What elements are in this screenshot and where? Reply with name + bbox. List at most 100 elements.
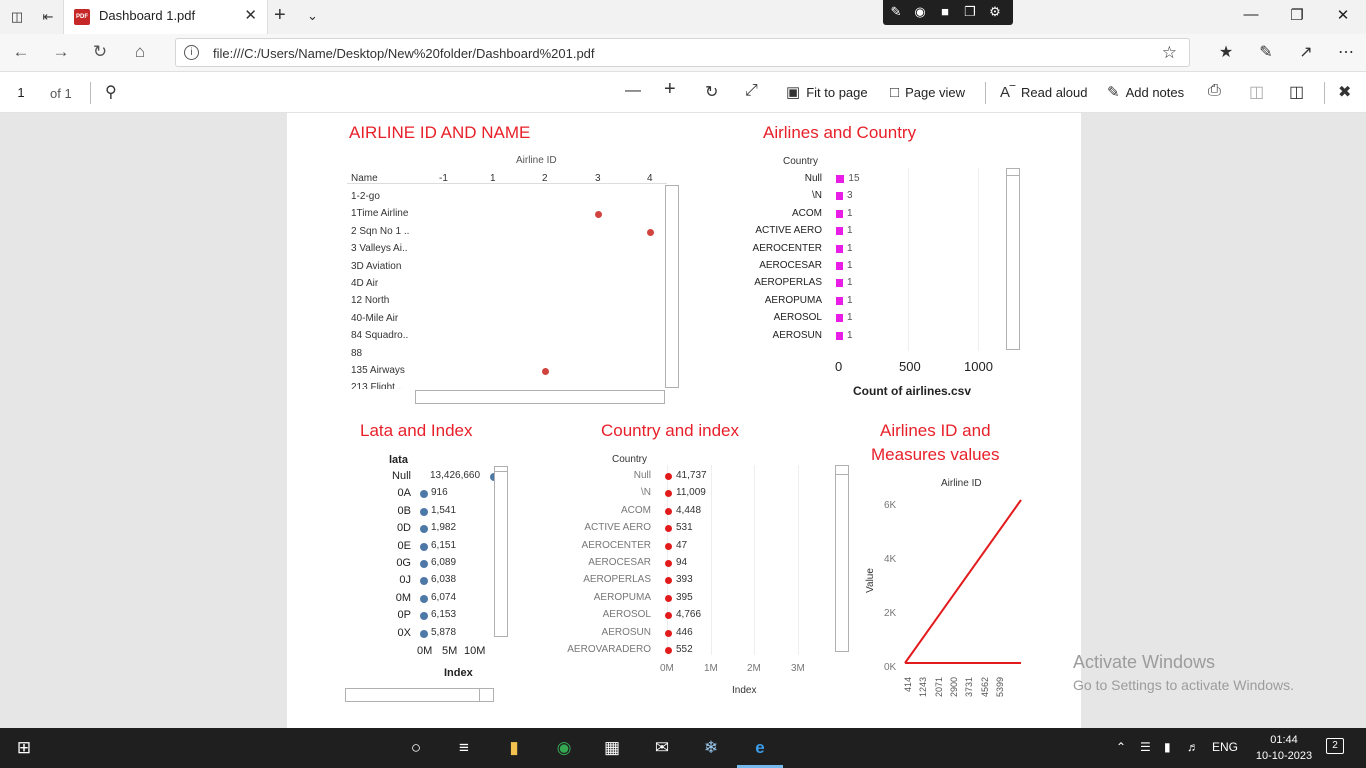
count-tick: 1000 [964, 359, 993, 374]
country-chart-vscroll[interactable] [1006, 168, 1020, 350]
page-view-label: Page view [905, 85, 966, 100]
measures-x-tick: 4562 [979, 677, 990, 698]
country-index-dot [665, 647, 672, 654]
url-text[interactable]: file:///C:/Users/Name/Desktop/New%20fold… [213, 46, 595, 61]
country-index-vscroll[interactable] [835, 465, 849, 652]
pdf-viewer[interactable]: AIRLINE ID AND NAME Airline ID Name -1 1 2… [0, 113, 1366, 728]
country-index-value: 446 [676, 626, 693, 638]
print-icon[interactable]: ⎙ [1208, 82, 1221, 100]
search-icon[interactable]: ⚲ [105, 82, 117, 102]
favorites-icon[interactable]: ★ [1213, 42, 1239, 62]
country-index-label: ACOM [621, 504, 651, 516]
close-window-button[interactable]: ✕ [1328, 6, 1358, 24]
measures-x-tick: 414 [903, 677, 913, 693]
country-index-label: AEROCESAR [588, 557, 651, 568]
browser-titlebar: ◫ ⇤ PDF Dashboard 1.pdf ✕ + ⌄ ✎ ◉ ■ ❐ ⚙ … [0, 0, 1366, 34]
language-indicator[interactable]: ENG [1212, 740, 1238, 754]
country-count-label: 1 [847, 329, 853, 341]
tab-title: Dashboard 1.pdf [99, 8, 196, 23]
country-index-tick: 0M [660, 663, 674, 674]
page-view-button[interactable]: □ Page view [890, 81, 965, 105]
snip-icon[interactable]: ❄ [697, 736, 725, 760]
scroll-thumb[interactable] [1007, 175, 1019, 176]
camera-icon[interactable]: ◉ [909, 3, 931, 21]
address-field[interactable]: i file:///C:/Users/Name/Desktop/New%20fo… [175, 38, 1190, 67]
battery-icon[interactable]: ▮ [1164, 740, 1171, 754]
tabs-aside-icon[interactable]: ⇤ [37, 6, 59, 28]
clock-date: 10-10-2023 [1255, 750, 1313, 762]
pen-icon[interactable]: ✎ [885, 3, 907, 21]
save-as-icon[interactable]: ◫ [1289, 82, 1304, 102]
cortana-icon[interactable]: ○ [402, 736, 430, 760]
country-count-label: 15 [848, 173, 860, 184]
page-number-input[interactable]: 1 [6, 81, 36, 105]
restore-button[interactable]: ❐ [1282, 6, 1312, 24]
activation-watermark-text: Go to Settings to activate Windows. [1073, 677, 1294, 693]
country-index-dot [665, 612, 672, 620]
home-icon[interactable]: ⌂ [127, 42, 153, 62]
country-index-tick: 2M [747, 663, 761, 674]
tab-actions-icon[interactable]: ◫ [6, 6, 28, 28]
network-icon[interactable]: ☰ [1140, 740, 1151, 754]
unpin-icon[interactable]: ✖ [1338, 82, 1351, 102]
zoom-out-icon[interactable]: — [625, 82, 641, 100]
scroll-thumb[interactable] [836, 474, 848, 475]
measures-y-label: Value [864, 568, 876, 593]
close-tab-icon[interactable]: ✕ [244, 6, 257, 24]
country-index-value: 94 [676, 557, 688, 568]
measures-line-chart [904, 499, 1022, 664]
measures-x-tick: 3731 [964, 677, 975, 698]
video-icon[interactable]: ■ [934, 3, 956, 21]
web-notes-icon[interactable]: ✎ [1253, 42, 1279, 62]
file-explorer-icon[interactable]: ▮ [500, 736, 528, 760]
favorite-star-icon[interactable]: ☆ [1162, 43, 1177, 63]
country-index-value: 395 [676, 591, 693, 603]
gear-icon[interactable]: ⚙ [984, 3, 1006, 21]
country-index-value: 393 [676, 574, 693, 586]
scroll-thumb[interactable] [479, 689, 493, 701]
back-icon[interactable]: ← [8, 42, 34, 62]
add-notes-button[interactable]: ✎ Add notes [1107, 81, 1184, 105]
refresh-icon[interactable]: ↻ [87, 42, 113, 62]
rotate-icon[interactable]: ↻ [705, 82, 718, 102]
country-index-label: AEROSUN [601, 626, 651, 638]
store-icon[interactable]: ▦ [598, 736, 626, 760]
new-tab-icon[interactable]: + [274, 4, 286, 27]
volume-icon[interactable]: ♬ [1187, 740, 1199, 754]
chevron-down-icon[interactable]: ⌄ [307, 8, 318, 24]
forward-icon[interactable]: → [48, 42, 74, 62]
country-count-label: 3 [847, 190, 853, 202]
country-index-dot [665, 473, 672, 480]
lata-hscroll[interactable] [345, 688, 494, 702]
clock-time: 01:44 [1270, 734, 1298, 746]
notifications-icon[interactable]: 2 [1326, 738, 1344, 754]
mail-icon[interactable]: ✉ [648, 736, 676, 760]
task-view-icon[interactable]: ≡ [450, 736, 478, 760]
windows-icon[interactable]: ❐ [959, 3, 981, 21]
country-count-label: 1 [847, 207, 853, 219]
more-icon[interactable]: ⋯ [1333, 42, 1359, 62]
fit-to-page-button[interactable]: ▣ Fit to page [786, 81, 868, 105]
pdf-page: AIRLINE ID AND NAME Airline ID Name -1 1 2… [287, 113, 1081, 728]
zoom-in-icon[interactable]: + [664, 78, 676, 101]
fit-to-page-label: Fit to page [806, 85, 868, 100]
show-hidden-icon[interactable]: ⌃ [1116, 740, 1126, 754]
country-index-dot [665, 560, 672, 567]
read-aloud-button[interactable]: A‾ Read aloud [1000, 81, 1088, 105]
count-tick: 500 [899, 359, 921, 374]
pdf-icon: PDF [74, 9, 90, 25]
country-count-label: 1 [847, 260, 853, 271]
info-icon[interactable]: i [184, 45, 199, 60]
share-icon[interactable]: ↗ [1293, 42, 1319, 62]
clock[interactable]: 01:44 10-10-2023 [1254, 732, 1314, 764]
start-windows-icon[interactable]: ⊞ [10, 736, 38, 760]
fullscreen-icon[interactable]: ⤢ [745, 82, 758, 100]
minimize-button[interactable]: — [1236, 6, 1266, 23]
edge-icon[interactable]: e [746, 736, 774, 760]
country-index-dot [665, 594, 672, 602]
measures-y-tick: 2K [884, 608, 897, 619]
country-index-dot [665, 542, 672, 550]
country-index-label: ACTIVE AERO [584, 522, 651, 534]
tab-dashboard[interactable]: PDF Dashboard 1.pdf ✕ [63, 0, 268, 34]
chrome-icon[interactable]: ◉ [550, 736, 578, 760]
